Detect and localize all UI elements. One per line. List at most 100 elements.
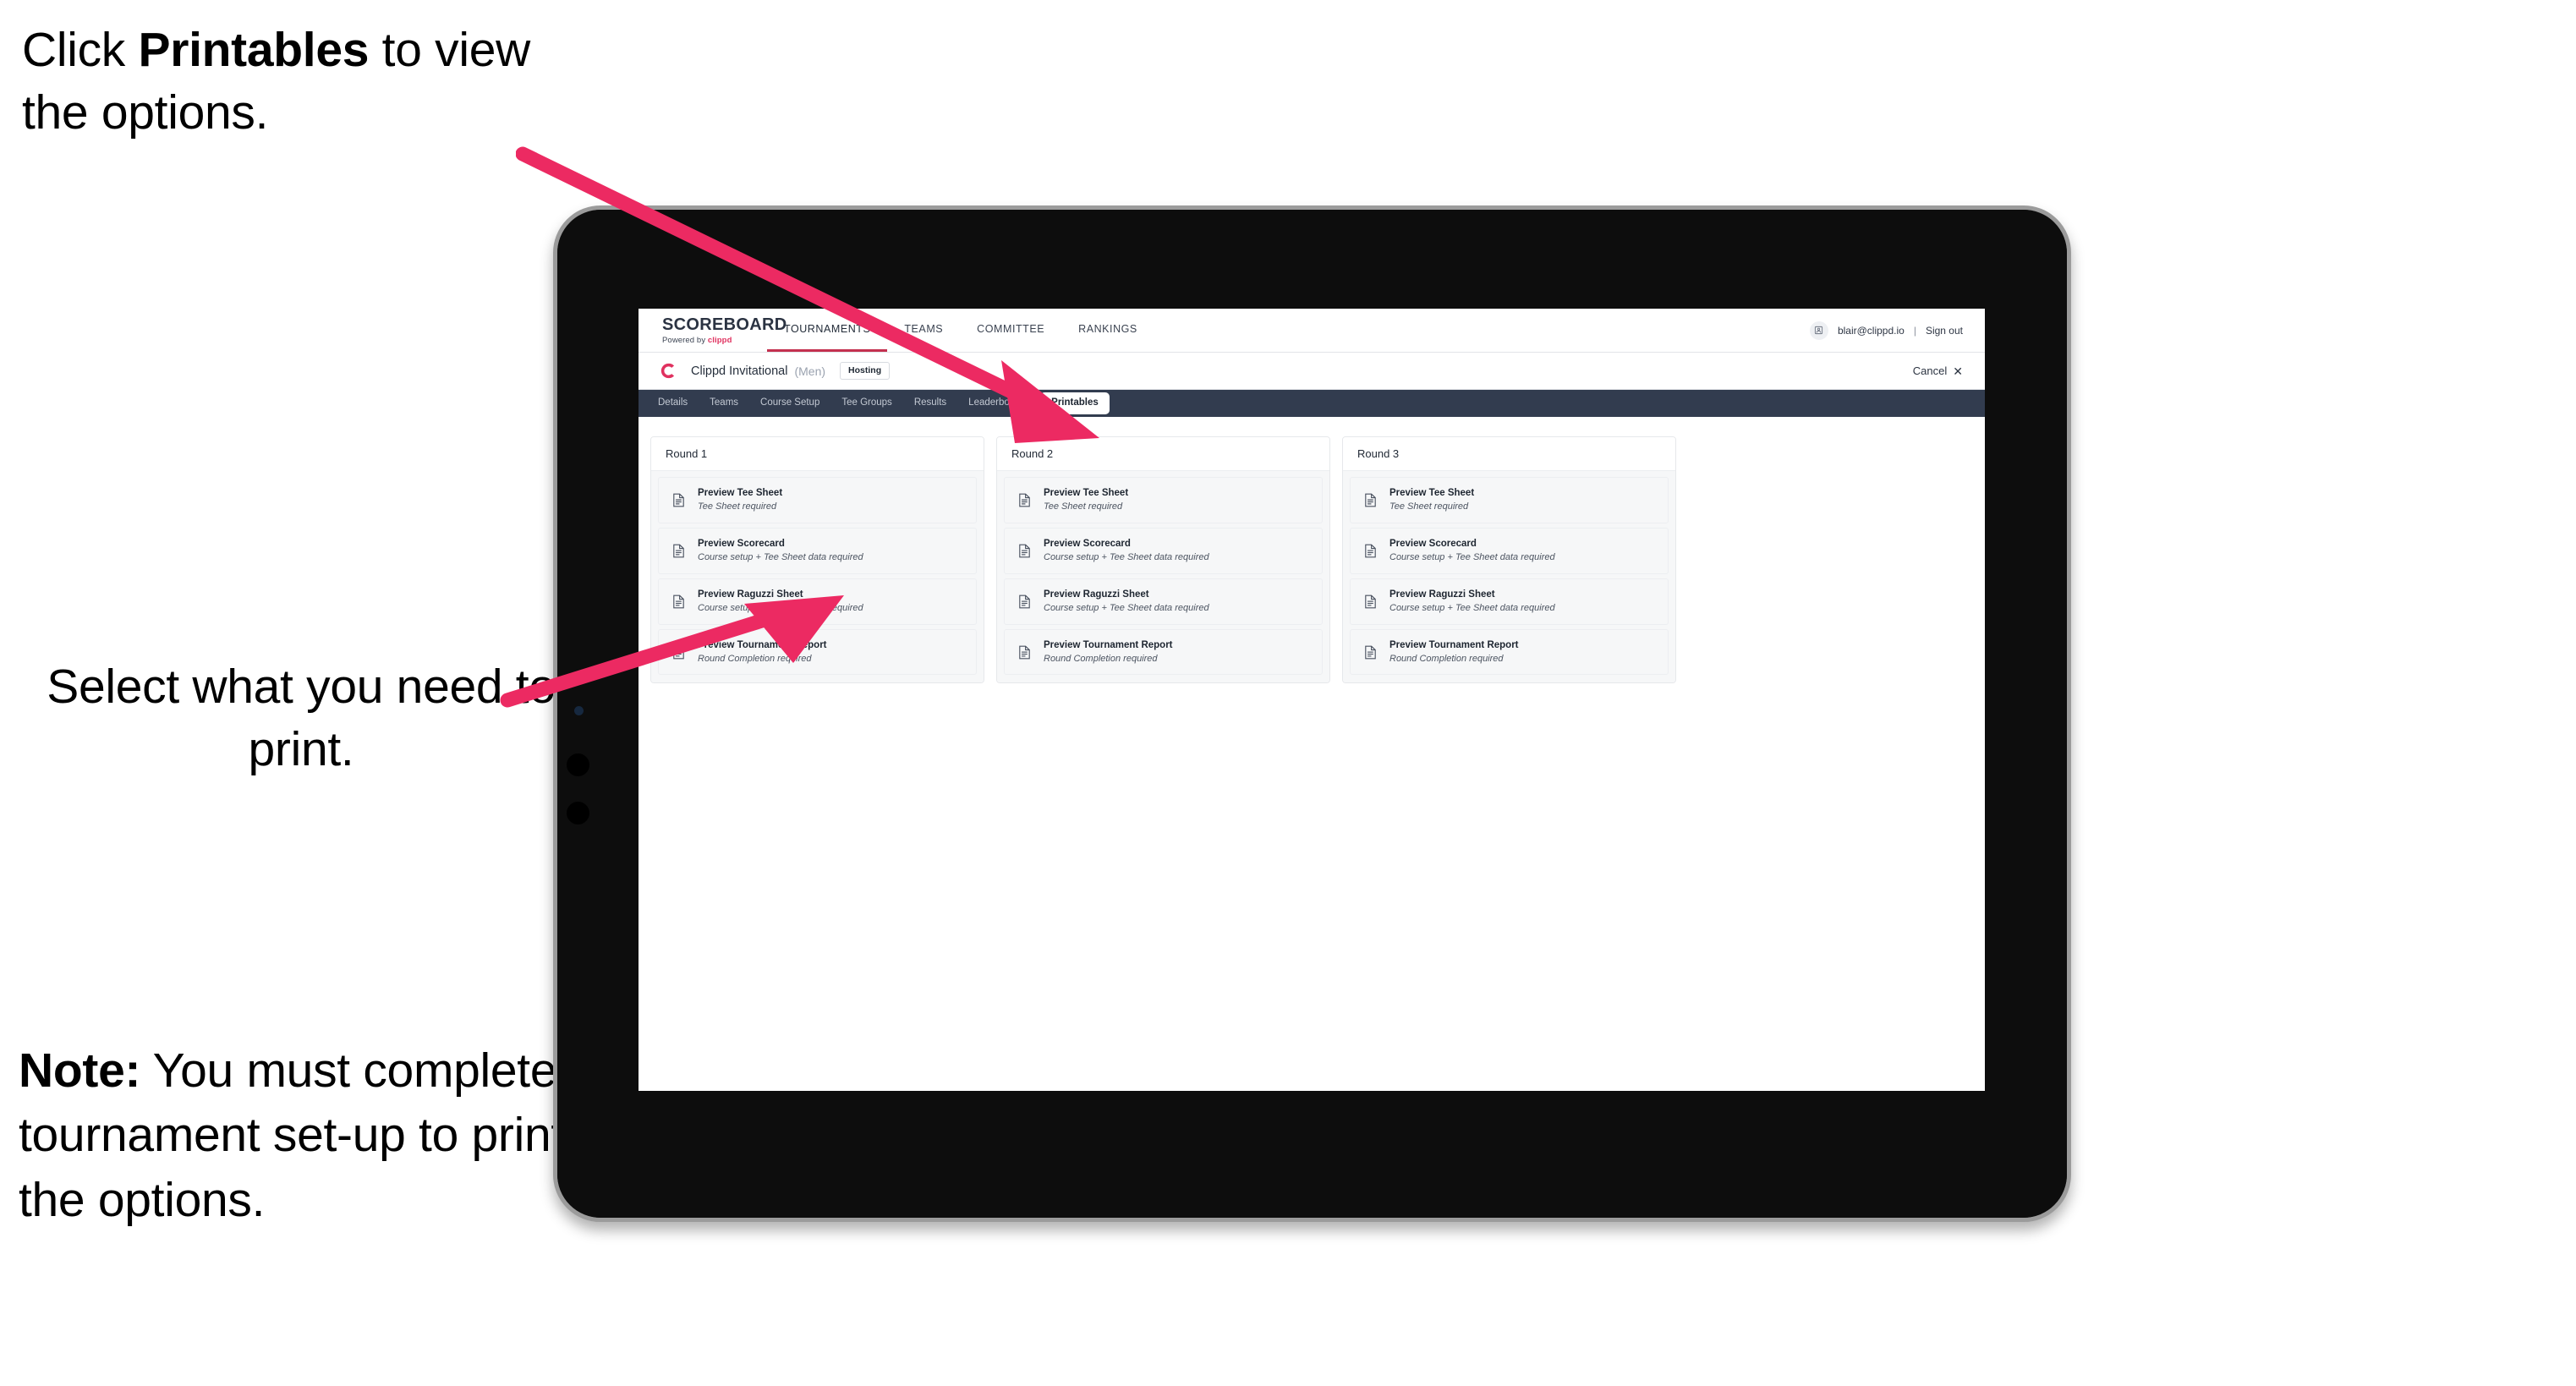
printable-requirement: Course setup + Tee Sheet data required <box>698 552 863 563</box>
printable-item-tee-sheet[interactable]: Preview Tee Sheet Tee Sheet required <box>1350 477 1669 523</box>
printable-item-scorecard[interactable]: Preview Scorecard Course setup + Tee She… <box>658 527 977 574</box>
printable-requirement: Tee Sheet required <box>698 501 777 512</box>
cancel-button[interactable]: Cancel ✕ <box>1913 364 1963 377</box>
clippd-mark-icon <box>660 363 674 379</box>
printable-requirement: Course setup + Tee Sheet data required <box>698 602 863 613</box>
top-navigation: TOURNAMENTS TEAMS COMMITTEE RANKINGS <box>767 309 1154 352</box>
tab-printables[interactable]: Printables <box>1040 392 1110 414</box>
document-icon <box>1362 594 1378 610</box>
document-icon <box>1017 543 1033 559</box>
round-column-1: Round 1 Preview Tee Sheet Tee Sheet requ… <box>650 436 984 684</box>
document-icon <box>671 644 687 660</box>
annotation-click-prefix: Click <box>22 23 139 77</box>
document-icon <box>1017 644 1033 660</box>
account-separator: | <box>1913 324 1916 337</box>
printable-text: Preview Scorecard Course setup + Tee She… <box>698 539 863 563</box>
tab-teams[interactable]: Teams <box>699 393 748 414</box>
clippd-c-logo-icon <box>659 362 677 381</box>
printables-content: Round 1 Preview Tee Sheet Tee Sheet requ… <box>639 417 1985 1091</box>
printable-item-tournament-report[interactable]: Preview Tournament Report Round Completi… <box>658 628 977 676</box>
annotation-click-bold: Printables <box>138 23 370 77</box>
printable-requirement: Tee Sheet required <box>1389 501 1469 512</box>
printable-title: Preview Raguzzi Sheet <box>1389 589 1495 600</box>
printable-title: Preview Raguzzi Sheet <box>698 589 803 600</box>
printable-item-raguzzi-sheet[interactable]: Preview Raguzzi Sheet Course setup + Tee… <box>1350 578 1669 625</box>
round-items-1: Preview Tee Sheet Tee Sheet required Pre… <box>651 471 984 683</box>
topnav-item-tournaments[interactable]: TOURNAMENTS <box>767 309 888 352</box>
tab-leaderboards[interactable]: Leaderboards <box>958 393 1039 414</box>
tournament-header: Clippd Invitational (Men) Hosting Cancel… <box>639 353 1985 390</box>
printable-item-scorecard[interactable]: Preview Scorecard Course setup + Tee She… <box>1004 527 1323 574</box>
printable-requirement: Tee Sheet required <box>1044 501 1123 512</box>
printable-item-tee-sheet[interactable]: Preview Tee Sheet Tee Sheet required <box>658 477 977 523</box>
tab-strip: Details Teams Course Setup Tee Groups Re… <box>639 390 1985 417</box>
round-column-2: Round 2 Preview Tee Sheet Tee Sheet requ… <box>996 436 1330 684</box>
brand-logo[interactable]: SCOREBOARD Powered by clippd <box>639 309 787 352</box>
document-icon <box>1017 594 1033 610</box>
round-title-3: Round 3 <box>1343 437 1675 471</box>
printable-requirement: Course setup + Tee Sheet data required <box>1389 602 1555 613</box>
printable-text: Preview Tee Sheet Tee Sheet required <box>1389 488 1474 512</box>
round-title-2: Round 2 <box>997 437 1329 471</box>
topnav-item-rankings[interactable]: RANKINGS <box>1061 309 1154 352</box>
tab-results[interactable]: Results <box>904 393 956 414</box>
brand-powered-name: clippd <box>707 335 732 345</box>
printable-item-tournament-report[interactable]: Preview Tournament Report Round Completi… <box>1004 628 1323 676</box>
printable-text: Preview Tournament Report Round Completi… <box>1044 640 1173 665</box>
tab-tee-groups[interactable]: Tee Groups <box>831 393 902 414</box>
document-icon <box>671 492 687 508</box>
printable-text: Preview Tee Sheet Tee Sheet required <box>698 488 782 512</box>
printable-requirement: Course setup + Tee Sheet data required <box>1044 602 1209 613</box>
camera-icon <box>574 706 584 715</box>
volume-down-button[interactable] <box>567 802 589 824</box>
round-items-3: Preview Tee Sheet Tee Sheet required Pre… <box>1343 471 1675 683</box>
printable-text: Preview Tournament Report Round Completi… <box>698 640 827 665</box>
volume-up-button[interactable] <box>567 753 589 776</box>
brand-title: SCOREBOARD <box>662 315 787 334</box>
cancel-label: Cancel <box>1912 364 1948 377</box>
status-badge: Hosting <box>840 362 891 380</box>
printable-title: Preview Tournament Report <box>1044 639 1173 650</box>
round-column-3: Round 3 Preview Tee Sheet Tee Sheet requ… <box>1342 436 1676 684</box>
annotation-note-bold: Note: <box>19 1044 141 1098</box>
avatar[interactable] <box>1809 320 1828 340</box>
account-area: blair@clippd.io | Sign out <box>1809 309 1985 352</box>
annotation-click-printables: Click Printables to view the options. <box>22 19 597 144</box>
printable-requirement: Round Completion required <box>1044 653 1158 664</box>
printable-text: Preview Raguzzi Sheet Course setup + Tee… <box>1044 589 1209 614</box>
sign-out-button[interactable]: Sign out <box>1926 325 1963 337</box>
tournament-name: Clippd Invitational <box>691 364 788 378</box>
printable-text: Preview Raguzzi Sheet Course setup + Tee… <box>698 589 863 614</box>
printable-title: Preview Raguzzi Sheet <box>1044 589 1149 600</box>
printable-title: Preview Tee Sheet <box>698 488 783 498</box>
app-topbar: SCOREBOARD Powered by clippd TOURNAMENTS… <box>639 309 1985 353</box>
tab-details[interactable]: Details <box>648 393 698 414</box>
printable-title: Preview Scorecard <box>1389 538 1477 549</box>
printable-item-raguzzi-sheet[interactable]: Preview Raguzzi Sheet Course setup + Tee… <box>1004 578 1323 625</box>
round-items-2: Preview Tee Sheet Tee Sheet required Pre… <box>997 471 1329 683</box>
annotation-select-print: Select what you need to print. <box>47 660 556 777</box>
printable-text: Preview Scorecard Course setup + Tee She… <box>1389 539 1555 563</box>
printable-text: Preview Scorecard Course setup + Tee She… <box>1044 539 1209 563</box>
tab-course-setup[interactable]: Course Setup <box>750 393 830 414</box>
topnav-item-teams[interactable]: TEAMS <box>887 309 960 352</box>
round-title-1: Round 1 <box>651 437 984 471</box>
printable-item-scorecard[interactable]: Preview Scorecard Course setup + Tee She… <box>1350 527 1669 574</box>
printable-item-tee-sheet[interactable]: Preview Tee Sheet Tee Sheet required <box>1004 477 1323 523</box>
printable-title: Preview Tournament Report <box>698 639 827 650</box>
close-icon: ✕ <box>1953 364 1963 378</box>
document-icon <box>1362 543 1378 559</box>
page-root: Click Printables to view the options. Se… <box>0 0 2576 1386</box>
printable-requirement: Round Completion required <box>698 653 812 664</box>
topnav-item-committee[interactable]: COMMITTEE <box>960 309 1061 352</box>
printable-title: Preview Tee Sheet <box>1044 488 1129 498</box>
printable-requirement: Course setup + Tee Sheet data required <box>1044 552 1209 563</box>
document-icon <box>1362 644 1378 660</box>
printable-item-tournament-report[interactable]: Preview Tournament Report Round Completi… <box>1350 628 1669 676</box>
printable-requirement: Course setup + Tee Sheet data required <box>1389 552 1555 563</box>
printable-item-raguzzi-sheet[interactable]: Preview Raguzzi Sheet Course setup + Tee… <box>658 578 977 625</box>
printable-text: Preview Raguzzi Sheet Course setup + Tee… <box>1389 589 1555 614</box>
document-icon <box>1362 492 1378 508</box>
printable-title: Preview Tournament Report <box>1389 639 1519 650</box>
